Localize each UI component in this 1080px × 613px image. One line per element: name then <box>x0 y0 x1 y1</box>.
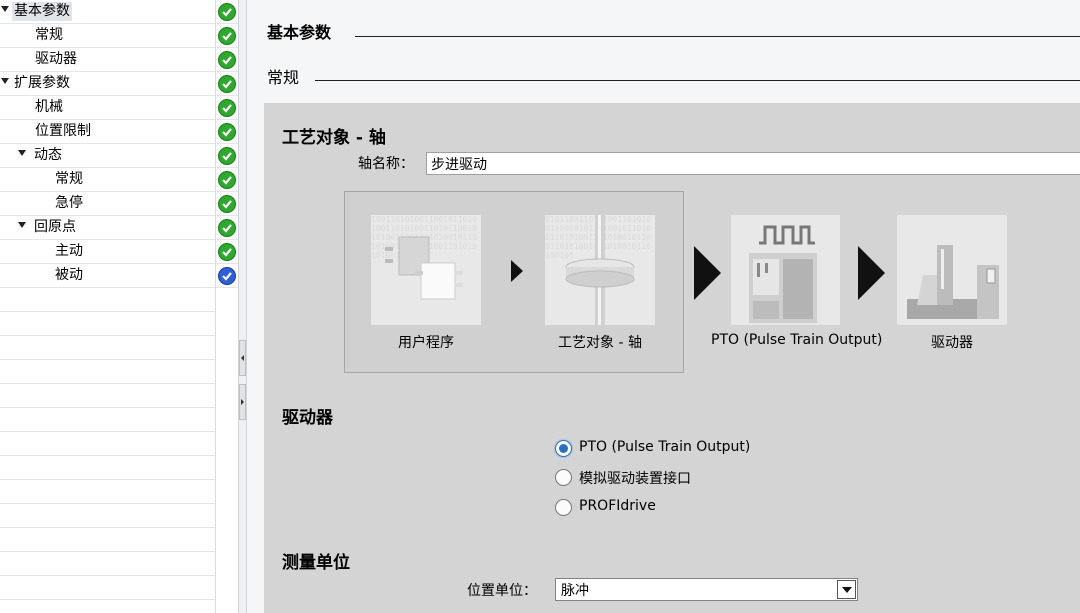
flow-highlight-box: 1001101010011001011010100110101001101011… <box>344 191 684 373</box>
tree-item-position-limits[interactable]: 位置限制 <box>0 120 215 144</box>
tree-empty-row <box>0 360 215 384</box>
radio-profidrive-label: PROFIdrive <box>579 498 656 514</box>
tree-item-label: 机械 <box>35 99 63 115</box>
tree-item-emergency-stop[interactable]: 急停 <box>0 192 215 216</box>
check-ok-icon <box>218 99 236 117</box>
tree-empty-row <box>0 552 215 576</box>
check-ok-icon <box>218 75 236 93</box>
tree-item-label: 常规 <box>35 27 63 43</box>
chevron-down-icon[interactable] <box>18 150 26 156</box>
tree-item-dynamics-general[interactable]: 常规 <box>0 168 215 192</box>
drive-image <box>897 215 1007 325</box>
tech-object-caption: 工艺对象 - 轴 <box>558 335 642 351</box>
tree-empty-row <box>0 480 215 504</box>
arrow-right-icon <box>858 246 885 300</box>
tree-item-label: 急停 <box>55 195 83 211</box>
user-program-image: 1001101010011001011010100110101001101011… <box>371 215 481 325</box>
tree-item-dynamics[interactable]: 动态 <box>0 144 215 168</box>
window-root: 基本参数 常规 驱动器 扩展参数 机械 位置限制 动态 常规 急停 回原点 主动… <box>0 0 1080 613</box>
check-ok-icon <box>218 27 236 45</box>
drive-caption: 驱动器 <box>931 335 973 351</box>
tree-empty-row <box>0 312 215 336</box>
tree-item-label: 驱动器 <box>35 51 77 67</box>
section-title: 基本参数 <box>267 23 332 42</box>
check-info-icon <box>218 267 236 285</box>
radio-pto[interactable] <box>555 440 572 457</box>
dropdown-arrow-icon[interactable] <box>837 580 856 599</box>
tree-empty-row <box>0 384 215 408</box>
tree-item-label: 主动 <box>55 243 83 259</box>
check-ok-icon <box>218 171 236 189</box>
arrow-right-icon <box>241 399 244 405</box>
tree-empty-row <box>0 576 215 600</box>
drive-section-title: 驱动器 <box>282 408 333 428</box>
tree-item-label: 扩展参数 <box>14 75 70 91</box>
check-ok-icon <box>218 51 236 69</box>
subsection-divider <box>315 80 1080 81</box>
tree-item-basic-params[interactable]: 基本参数 <box>0 0 215 24</box>
tree-item-drive[interactable]: 驱动器 <box>0 48 215 72</box>
tech-object-image: 0101100110101001101010011001010110100101… <box>545 215 655 325</box>
panel-title: 工艺对象 - 轴 <box>282 128 386 148</box>
tree-empty-row <box>0 288 215 312</box>
radio-analog-drive[interactable] <box>555 469 572 486</box>
axis-name-label: 轴名称： <box>358 156 414 172</box>
arrow-right-icon <box>694 246 721 300</box>
panel-splitter[interactable] <box>238 0 247 613</box>
tree-item-general[interactable]: 常规 <box>0 24 215 48</box>
tree-empty-row <box>0 456 215 480</box>
radio-profidrive[interactable] <box>555 499 572 516</box>
check-ok-icon <box>218 219 236 237</box>
check-ok-icon <box>218 3 236 21</box>
tree-item-label: 被动 <box>55 267 83 283</box>
tree-item-label: 位置限制 <box>35 123 91 139</box>
tree-empty-row <box>0 336 215 360</box>
tree-empty-row <box>0 528 215 552</box>
tree-empty-row <box>0 504 215 528</box>
pto-caption: PTO (Pulse Train Output) <box>711 332 883 348</box>
tree-item-extended-params[interactable]: 扩展参数 <box>0 72 215 96</box>
check-ok-icon <box>218 147 236 165</box>
section-divider <box>355 36 1080 37</box>
measure-section-title: 测量单位 <box>282 553 350 573</box>
tree-item-label: 常规 <box>55 171 83 187</box>
tree-item-label: 基本参数 <box>12 2 72 21</box>
pto-image <box>731 215 840 325</box>
position-unit-label: 位置单位： <box>467 583 537 599</box>
status-column <box>215 0 239 613</box>
tree-item-homing[interactable]: 回原点 <box>0 216 215 240</box>
tree-item-active[interactable]: 主动 <box>0 240 215 264</box>
expand-right-button[interactable] <box>239 384 246 420</box>
chevron-down-icon[interactable] <box>18 222 26 228</box>
check-ok-icon <box>218 123 236 141</box>
tree-item-passive[interactable]: 被动 <box>0 264 215 288</box>
arrow-left-icon <box>241 355 244 361</box>
position-unit-value: 脉冲 <box>561 583 589 599</box>
chevron-down-icon[interactable] <box>1 78 9 84</box>
arrow-right-icon <box>511 260 523 282</box>
main-content: 基本参数 常规 工艺对象 - 轴 轴名称： 步进驱动 1001101010011… <box>247 0 1080 613</box>
settings-panel: 工艺对象 - 轴 轴名称： 步进驱动 100110101001100101101… <box>264 103 1080 613</box>
axis-name-input[interactable]: 步进驱动 <box>426 152 1080 175</box>
tree-item-mechanics[interactable]: 机械 <box>0 96 215 120</box>
tree-item-label: 回原点 <box>34 219 76 235</box>
chevron-down-icon[interactable] <box>1 6 9 12</box>
tree-empty-row <box>0 408 215 432</box>
radio-analog-drive-label: 模拟驱动装置接口 <box>579 471 691 487</box>
radio-pto-label: PTO (Pulse Train Output) <box>579 439 751 455</box>
collapse-left-button[interactable] <box>239 340 246 376</box>
tree-empty-row <box>0 432 215 456</box>
tree-item-label: 动态 <box>34 147 62 163</box>
user-program-caption: 用户程序 <box>398 335 454 351</box>
position-unit-select[interactable]: 脉冲 <box>555 578 858 601</box>
subsection-title: 常规 <box>267 68 300 87</box>
check-ok-icon <box>218 243 236 261</box>
navigation-tree: 基本参数 常规 驱动器 扩展参数 机械 位置限制 动态 常规 急停 回原点 主动… <box>0 0 215 613</box>
check-ok-icon <box>218 195 236 213</box>
